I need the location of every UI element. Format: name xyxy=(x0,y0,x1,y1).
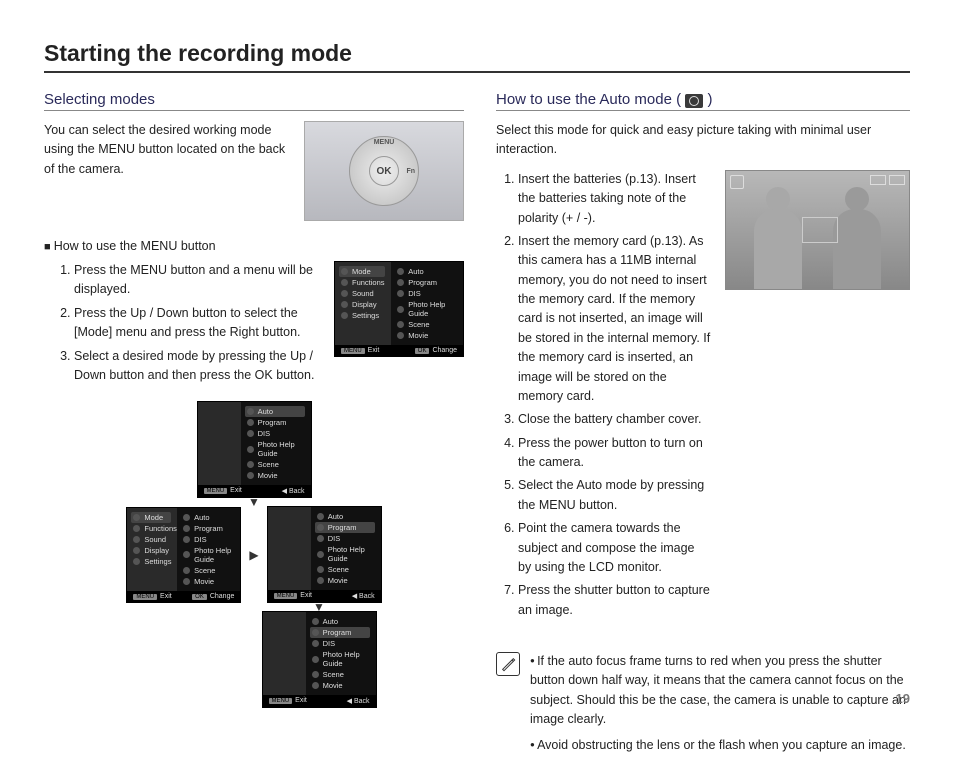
dpad-ok-label: OK xyxy=(377,166,392,177)
lcd-screenshot-d: Auto Program DIS Photo Help Guide Scene … xyxy=(262,611,377,708)
lcd-key: MENU xyxy=(341,348,365,354)
auto-step: Press the power button to turn on the ca… xyxy=(518,434,711,473)
auto-steps: Insert the batteries (p.13). Insert the … xyxy=(496,170,711,624)
auto-step: Close the battery chamber cover. xyxy=(518,410,711,429)
lcd-screenshot-c: Auto Program DIS Photo Help Guide Scene … xyxy=(267,506,382,603)
subject-illustration xyxy=(754,209,802,289)
lcd-item: Photo Help Guide xyxy=(258,440,305,458)
menu-step: Press the MENU button and a menu will be… xyxy=(74,261,320,300)
lcd-item: Functions xyxy=(352,278,385,287)
lcd-item: Display xyxy=(352,300,377,309)
menu-flow-diagram: Auto Program DIS Photo Help Guide Scene … xyxy=(44,401,464,708)
note-list: If the auto focus frame turns to red whe… xyxy=(530,652,910,761)
lcd-item: Movie xyxy=(258,471,278,480)
lcd-item: Movie xyxy=(408,331,428,340)
auto-step: Insert the memory card (p.13). As this c… xyxy=(518,232,711,406)
page-title: Starting the recording mode xyxy=(44,40,910,73)
lcd-screenshot-a: Auto Program DIS Photo Help Guide Scene … xyxy=(197,401,312,498)
auto-step: Point the camera towards the subject and… xyxy=(518,519,711,577)
note-box: If the auto focus frame turns to red whe… xyxy=(496,652,910,761)
lcd-item: Program xyxy=(408,278,437,287)
section-selecting-modes: Selecting modes xyxy=(44,91,464,111)
note-item: If the auto focus frame turns to red whe… xyxy=(530,652,910,730)
dpad-right-label: Fn xyxy=(406,168,415,175)
auto-step: Insert the batteries (p.13). Insert the … xyxy=(518,170,711,228)
lcd-item: Scene xyxy=(258,460,279,469)
lcd-item: DIS xyxy=(408,289,421,298)
dpad-illustration: OK MENU Fn xyxy=(349,136,419,206)
note-item: Avoid obstructing the lens or the flash … xyxy=(530,736,910,755)
lcd-item: Mode xyxy=(352,267,371,276)
hud-status-icons xyxy=(870,175,905,185)
subject-illustration xyxy=(833,209,881,289)
auto-title-prefix: How to use the Auto mode ( xyxy=(496,91,681,108)
lcd-item: Auto xyxy=(258,407,273,416)
focus-frame xyxy=(802,217,838,243)
lcd-change: Change xyxy=(432,347,457,354)
menu-steps: Press the MENU button and a menu will be… xyxy=(44,261,320,389)
lcd-item: Scene xyxy=(408,320,429,329)
lcd-item: Photo Help Guide xyxy=(408,300,457,318)
auto-mode-preview xyxy=(725,170,910,290)
right-column: How to use the Auto mode ( ) Select this… xyxy=(496,91,910,761)
lcd-item: Program xyxy=(258,418,287,427)
note-icon xyxy=(496,652,520,676)
lcd-exit: Exit xyxy=(368,347,380,354)
lcd-key: OK xyxy=(415,348,430,354)
camera-icon xyxy=(685,94,703,108)
camera-back-illustration: OK MENU Fn xyxy=(304,121,464,221)
lcd-screenshot-b: Mode Functions Sound Display Settings Au… xyxy=(126,507,241,603)
auto-title-suffix: ) xyxy=(707,91,712,108)
arrow-right-icon: ▶ xyxy=(249,548,258,562)
content-columns: Selecting modes You can select the desir… xyxy=(44,91,910,761)
menu-step: Press the Up / Down button to select the… xyxy=(74,304,320,343)
menu-subheading: How to use the MENU button xyxy=(44,239,464,253)
lcd-item: DIS xyxy=(258,429,271,438)
section-auto-mode: How to use the Auto mode ( ) xyxy=(496,91,910,111)
left-column: Selecting modes You can select the desir… xyxy=(44,91,464,761)
selecting-intro: You can select the desired working mode … xyxy=(44,121,290,179)
auto-intro: Select this mode for quick and easy pict… xyxy=(496,121,910,160)
lcd-item: Sound xyxy=(352,289,374,298)
lcd-screenshot-main: Mode Functions Sound Display Settings Au… xyxy=(334,261,464,357)
lcd-item: Auto xyxy=(408,267,423,276)
auto-step: Select the Auto mode by pressing the MEN… xyxy=(518,476,711,515)
auto-step: Press the shutter button to capture an i… xyxy=(518,581,711,620)
dpad-top-label: MENU xyxy=(374,139,395,146)
page-number: 19 xyxy=(896,691,910,706)
menu-step: Select a desired mode by pressing the Up… xyxy=(74,347,320,386)
hud-mode-icon xyxy=(730,175,744,189)
lcd-item: Settings xyxy=(352,311,379,320)
